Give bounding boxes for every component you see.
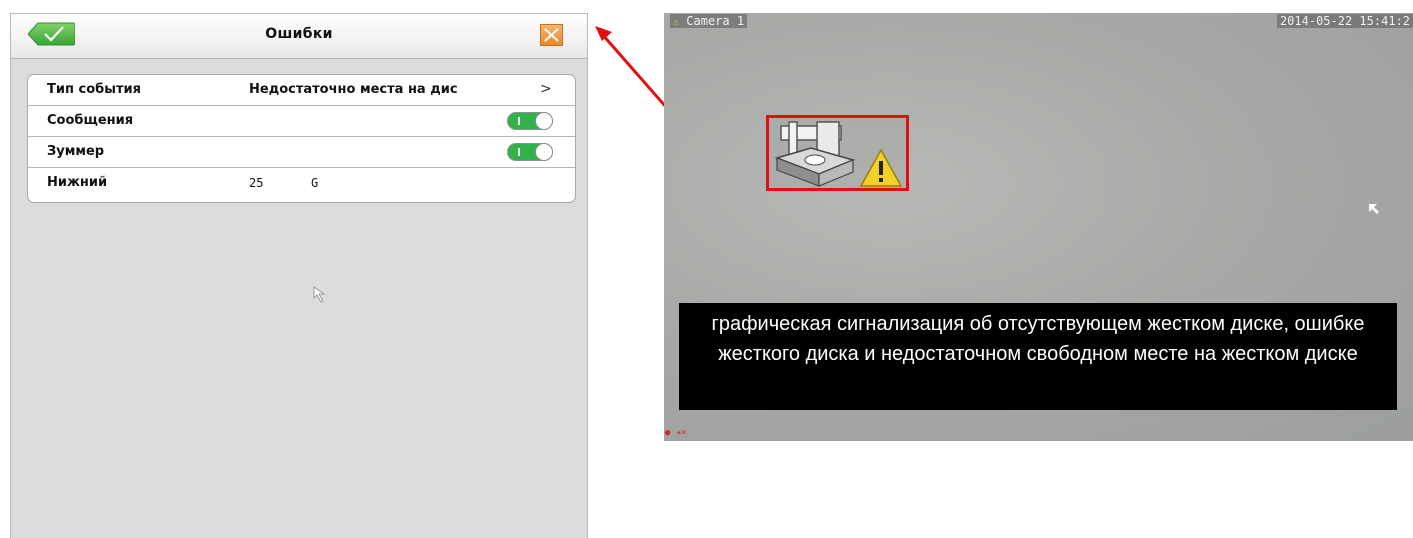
record-status-icon: ● ◂× bbox=[665, 428, 687, 438]
messages-label: Сообщения bbox=[47, 113, 134, 128]
close-icon bbox=[544, 28, 559, 42]
warning-icon bbox=[859, 148, 903, 187]
camera-view: ⚠ Camera 1 2014-05-22 15:41:2 графическа… bbox=[664, 13, 1413, 441]
buzzer-row: Зуммер bbox=[28, 137, 575, 168]
mouse-cursor-icon bbox=[313, 286, 326, 303]
event-type-label: Тип события bbox=[47, 82, 141, 97]
toggle-knob bbox=[535, 112, 553, 130]
toggle-knob bbox=[535, 143, 553, 161]
caption-text: графическая сигнализация об отсутствующе… bbox=[711, 313, 1365, 365]
toggle-on-mark bbox=[518, 148, 520, 156]
camera-name-overlay: ⚠ Camera 1 bbox=[670, 14, 748, 28]
caption-box: графическая сигнализация об отсутствующе… bbox=[679, 303, 1397, 410]
toggle-on-mark bbox=[518, 117, 520, 125]
lower-limit-label: Нижний bbox=[47, 175, 108, 190]
messages-row: Сообщения bbox=[28, 106, 575, 137]
buzzer-toggle[interactable] bbox=[507, 143, 553, 161]
close-button[interactable] bbox=[540, 24, 563, 46]
hdd-icon bbox=[774, 121, 856, 187]
errors-dialog: Ошибки Тип события Недостаточно места на… bbox=[10, 13, 588, 538]
settings-list: Тип события Недостаточно места на дис > … bbox=[27, 74, 576, 203]
dialog-title: Ошибки bbox=[265, 26, 333, 42]
hdd-alarm-indicator bbox=[766, 115, 909, 191]
event-type-value: Недостаточно места на дис bbox=[249, 82, 458, 97]
chevron-right-icon[interactable]: > bbox=[540, 81, 552, 97]
messages-toggle[interactable] bbox=[507, 112, 553, 130]
mouse-cursor-icon bbox=[1369, 204, 1379, 214]
camera-status-icon: ⚠ bbox=[673, 17, 680, 28]
buzzer-label: Зуммер bbox=[47, 144, 105, 159]
camera-timestamp: 2014-05-22 15:41:2 bbox=[1276, 14, 1413, 28]
event-type-row[interactable]: Тип события Недостаточно места на дис > bbox=[28, 75, 575, 106]
dialog-titlebar: Ошибки bbox=[11, 14, 587, 59]
lower-limit-input[interactable]: 25 bbox=[249, 176, 263, 190]
lower-limit-row: Нижний 25 G bbox=[28, 168, 575, 202]
camera-name: Camera 1 bbox=[686, 14, 745, 28]
lower-limit-unit: G bbox=[311, 176, 319, 190]
